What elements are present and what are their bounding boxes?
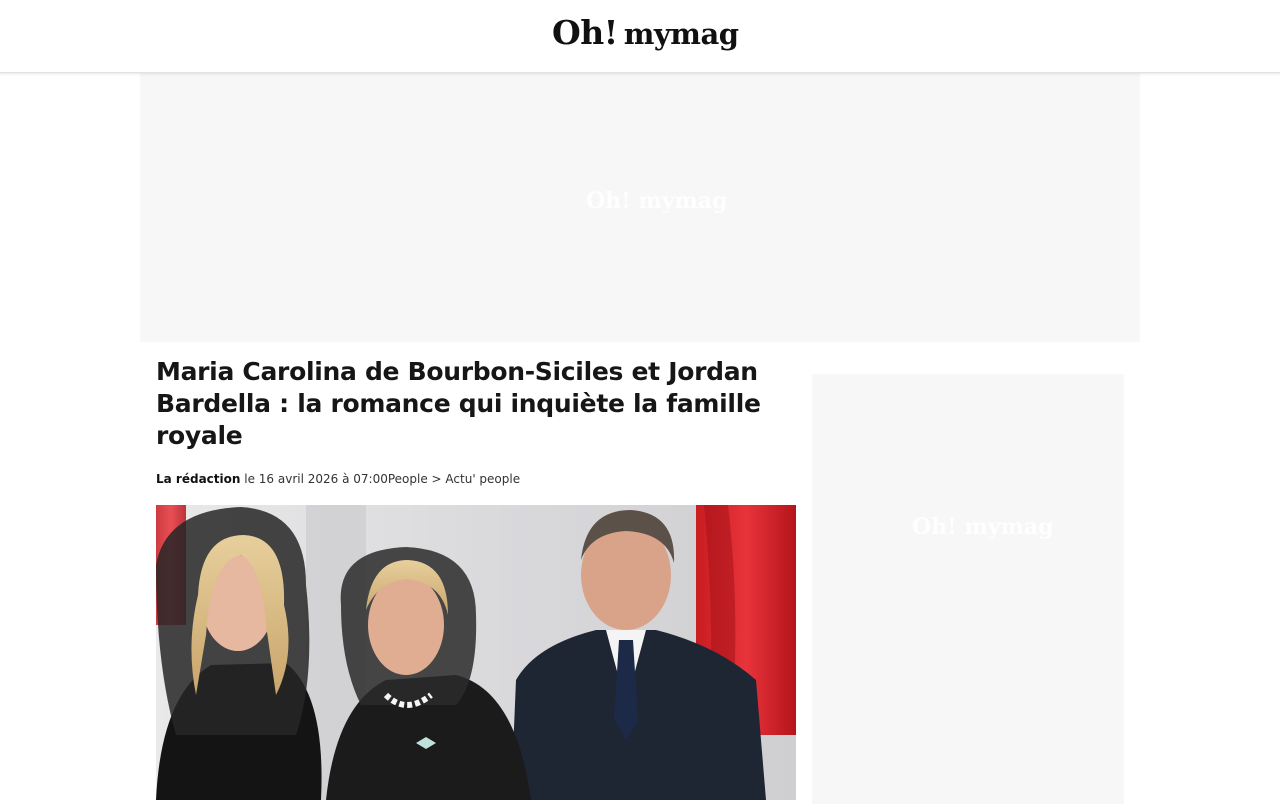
site-header: Oh! mymag xyxy=(0,0,1280,73)
breadcrumb-category[interactable]: People xyxy=(388,472,428,486)
ad-placeholder-logo: Oh! mymag xyxy=(912,514,1054,540)
logo-mymag: mymag xyxy=(623,17,739,51)
article-title: Maria Carolina de Bourbon-Siciles et Jor… xyxy=(156,357,761,450)
article-meta: La rédaction le 16 avril 2026 à 07:00Peo… xyxy=(156,472,520,486)
breadcrumb-subcategory[interactable]: Actu' people xyxy=(445,472,520,486)
author-link[interactable]: La rédaction xyxy=(156,472,240,486)
top-ad-banner[interactable]: Oh! mymag xyxy=(140,72,1140,342)
breadcrumb-separator: > xyxy=(427,472,446,486)
publish-date: le 16 avril 2026 à 07:00 xyxy=(244,472,388,486)
ad-placeholder-logo: Oh! mymag xyxy=(586,188,728,214)
site-logo[interactable]: Oh! mymag xyxy=(552,12,739,55)
hero-photo-illustration xyxy=(156,505,796,800)
logo-oh: Oh! xyxy=(552,13,618,52)
sidebar-ad[interactable]: Oh! mymag xyxy=(812,374,1124,804)
article-hero-image xyxy=(156,505,796,800)
